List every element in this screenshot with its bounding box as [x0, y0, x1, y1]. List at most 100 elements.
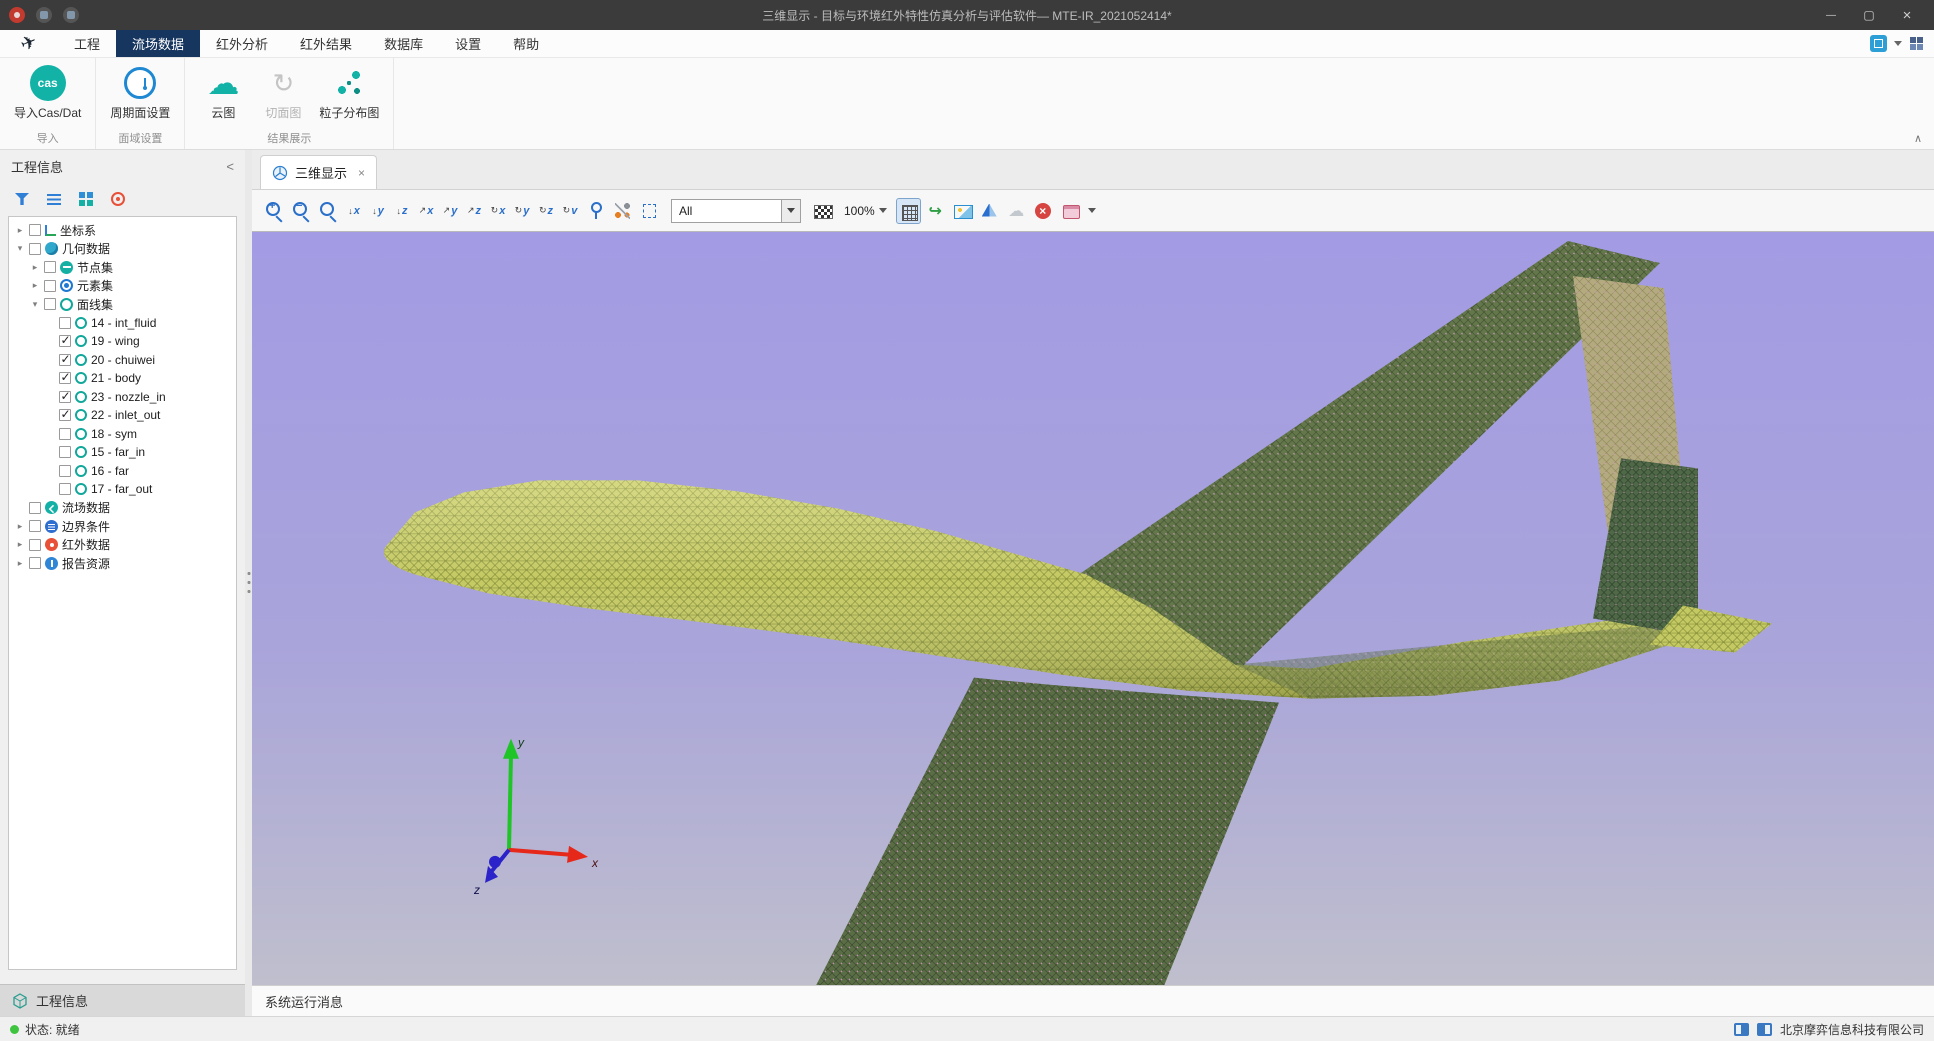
- tree-expander-icon[interactable]: [15, 558, 25, 569]
- box-select-icon[interactable]: [637, 198, 662, 224]
- tree-item-node-set[interactable]: 节点集: [9, 258, 236, 277]
- ribbon-button-particle-plot[interactable]: 粒子分布图: [315, 65, 383, 121]
- ribbon-collapse-button[interactable]: [1914, 132, 1922, 145]
- view-z-icon[interactable]: ↓z: [391, 198, 413, 224]
- tree-checkbox[interactable]: [59, 428, 71, 440]
- tree-checkbox[interactable]: [59, 372, 71, 384]
- menu-tab-project[interactable]: 工程: [58, 30, 116, 57]
- tree-checkbox[interactable]: [59, 354, 71, 366]
- menu-tab-infrared-analysis[interactable]: 红外分析: [200, 30, 284, 57]
- tree-checkbox[interactable]: [29, 557, 41, 569]
- clear-view-icon[interactable]: [1031, 198, 1056, 224]
- title-tool-2-icon[interactable]: [63, 7, 79, 23]
- tree-item-s16-far[interactable]: 16 - far: [9, 462, 236, 481]
- tree-expander-icon[interactable]: [15, 243, 25, 254]
- tree-checkbox[interactable]: [59, 483, 71, 495]
- tree-checkbox[interactable]: [59, 465, 71, 477]
- tree-checkbox[interactable]: [44, 298, 56, 310]
- tab-3d-display[interactable]: 三维显示: [260, 155, 377, 189]
- tree-checkbox[interactable]: [29, 539, 41, 551]
- tree-checkbox[interactable]: [29, 243, 41, 255]
- view-iso-icon[interactable]: ↻v: [559, 198, 581, 224]
- tree-item-s17-far-out[interactable]: 17 - far_out: [9, 480, 236, 499]
- app-badge-icon[interactable]: [9, 7, 25, 23]
- pattern-display-icon[interactable]: [810, 198, 835, 224]
- tree-item-s21-body[interactable]: 21 - body: [9, 369, 236, 388]
- maximize-button[interactable]: [1851, 0, 1887, 30]
- mirror-icon[interactable]: [977, 198, 1002, 224]
- tree-item-element-set[interactable]: 元素集: [9, 277, 236, 296]
- menu-tab-flow-field-data[interactable]: 流场数据: [116, 30, 200, 57]
- export-view-icon[interactable]: ↪: [923, 198, 948, 224]
- grid-toggle-icon[interactable]: [896, 198, 921, 224]
- zoom-fit-icon[interactable]: [316, 198, 341, 224]
- zoom-in-icon[interactable]: +: [262, 198, 287, 224]
- zoom-out-icon[interactable]: −: [289, 198, 314, 224]
- tree-item-s20-chuiwei[interactable]: 20 - chuiwei: [9, 351, 236, 370]
- tree-item-s23-nozzle-in[interactable]: 23 - nozzle_in: [9, 388, 236, 407]
- view-neg-x-icon[interactable]: ↗x: [415, 198, 437, 224]
- view-neg-z-icon[interactable]: ↗z: [463, 198, 485, 224]
- tree-item-s14-int-fluid[interactable]: 14 - int_fluid: [9, 314, 236, 333]
- viewport-canvas[interactable]: y x z: [252, 232, 1934, 985]
- zoom-level-dropdown[interactable]: 100%: [838, 204, 893, 218]
- layout-grid-icon[interactable]: [1909, 36, 1924, 51]
- tree-expander-icon[interactable]: [15, 539, 25, 550]
- menu-tab-settings[interactable]: 设置: [439, 30, 497, 57]
- display-filter-select[interactable]: All: [671, 199, 801, 223]
- tree-checkbox[interactable]: [44, 280, 56, 292]
- menu-tab-database[interactable]: 数据库: [368, 30, 439, 57]
- view-rotate-y-icon[interactable]: ↻y: [511, 198, 533, 224]
- view-y-icon[interactable]: ↓y: [367, 198, 389, 224]
- tree-item-report-resource[interactable]: 报告资源: [9, 554, 236, 573]
- message-bar[interactable]: 系统运行消息: [252, 985, 1934, 1016]
- tree-checkbox[interactable]: [59, 446, 71, 458]
- save-view-icon[interactable]: [1058, 198, 1083, 224]
- ribbon-button-import-cas-dat[interactable]: cas导入Cas/Dat: [10, 65, 85, 121]
- tree-item-coordinate-system[interactable]: 坐标系: [9, 221, 236, 240]
- view-neg-y-icon[interactable]: ↗y: [439, 198, 461, 224]
- tree-expander-icon[interactable]: [15, 521, 25, 532]
- tree-item-boundary-condition[interactable]: 边界条件: [9, 517, 236, 536]
- cloud-display-icon[interactable]: ☁: [1004, 198, 1029, 224]
- menu-tab-help[interactable]: 帮助: [497, 30, 555, 57]
- project-tree[interactable]: 坐标系几何数据节点集元素集面线集14 - int_fluid19 - wing2…: [8, 216, 237, 970]
- filter-icon[interactable]: [13, 190, 31, 208]
- panel-splitter[interactable]: [245, 150, 252, 1016]
- tree-checkbox[interactable]: [59, 317, 71, 329]
- workspace-caret-icon[interactable]: [1894, 41, 1902, 46]
- title-tool-1-icon[interactable]: [36, 7, 52, 23]
- tree-expander-icon[interactable]: [30, 299, 40, 310]
- ribbon-button-cloud-plot[interactable]: 云图: [195, 65, 251, 121]
- tree-checkbox[interactable]: [59, 409, 71, 421]
- menu-tab-infrared-result[interactable]: 红外结果: [284, 30, 368, 57]
- tree-checkbox[interactable]: [29, 224, 41, 236]
- panel-bottom-tab[interactable]: 工程信息: [0, 984, 245, 1016]
- tree-item-s18-sym[interactable]: 18 - sym: [9, 425, 236, 444]
- tree-expander-icon[interactable]: [15, 225, 25, 236]
- tree-item-flow-field-data[interactable]: 流场数据: [9, 499, 236, 518]
- view-rotate-z-icon[interactable]: ↻z: [535, 198, 557, 224]
- view-rotate-x-icon[interactable]: ↻x: [487, 198, 509, 224]
- tree-checkbox[interactable]: [59, 335, 71, 347]
- snapshot-icon[interactable]: [950, 198, 975, 224]
- layout-toggle-2-icon[interactable]: [1757, 1023, 1772, 1036]
- tree-item-s15-far-in[interactable]: 15 - far_in: [9, 443, 236, 462]
- tree-item-geometry-data[interactable]: 几何数据: [9, 240, 236, 259]
- workspace-switch-icon[interactable]: [1870, 35, 1887, 52]
- ribbon-button-periodic-face-setting[interactable]: 周期面设置: [106, 65, 174, 121]
- minimize-button[interactable]: [1813, 0, 1849, 30]
- particle-trace-icon[interactable]: [610, 198, 635, 224]
- tree-checkbox[interactable]: [44, 261, 56, 273]
- tree-checkbox[interactable]: [59, 391, 71, 403]
- list-icon[interactable]: [45, 190, 63, 208]
- tree-item-s22-inlet-out[interactable]: 22 - inlet_out: [9, 406, 236, 425]
- combo-caret-icon[interactable]: [781, 200, 800, 222]
- viewport-3d[interactable]: y x z: [252, 232, 1934, 985]
- tree-expander-icon[interactable]: [30, 262, 40, 273]
- target-icon[interactable]: [109, 190, 127, 208]
- tree-item-infrared-data[interactable]: 红外数据: [9, 536, 236, 555]
- tree-item-face-line-set[interactable]: 面线集: [9, 295, 236, 314]
- close-button[interactable]: [1889, 0, 1925, 30]
- layout-toggle-1-icon[interactable]: [1734, 1023, 1749, 1036]
